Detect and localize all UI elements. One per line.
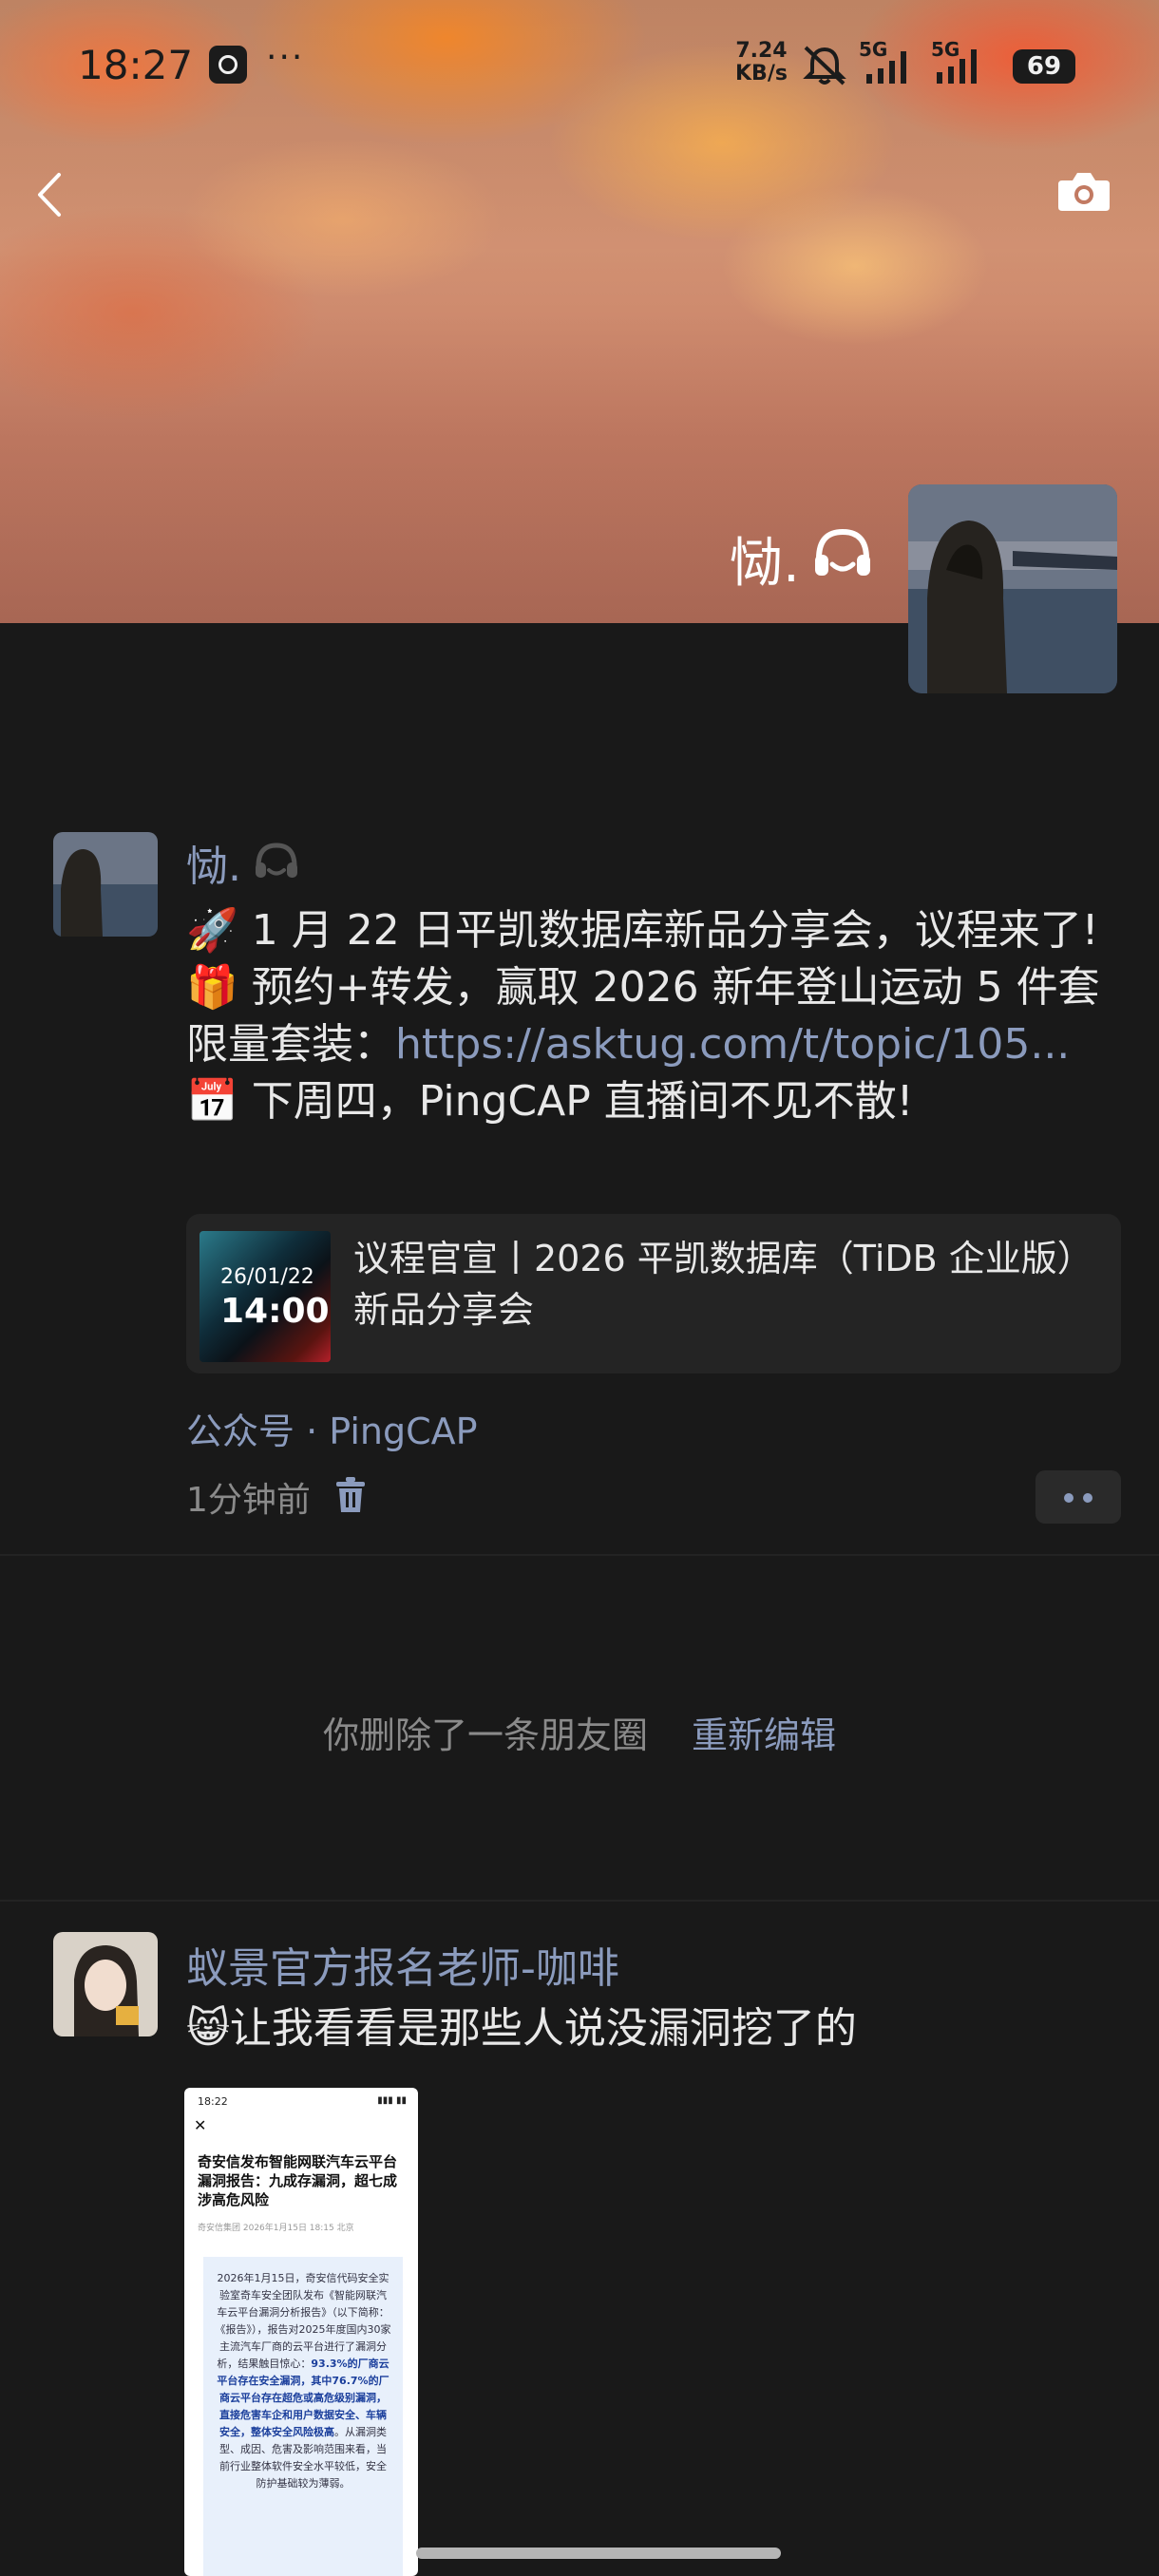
profile-avatar[interactable] <box>908 484 1117 693</box>
back-button[interactable] <box>34 171 63 222</box>
post2-image[interactable]: 18:22 ▮▮▮ ▮▮ ✕ 奇安信发布智能网联汽车云平台漏洞报告：九成存漏洞，… <box>184 2088 418 2576</box>
divider <box>0 1554 1159 1556</box>
post2-author-name[interactable]: 蚁景官方报名老师-咖啡 <box>186 1934 619 1995</box>
post-line-1-text: 1 月 22 日平凯数据库新品分享会，议程来了! <box>251 906 1099 955</box>
headset-icon <box>811 524 874 587</box>
net-speed-unit: KB/s <box>735 62 788 85</box>
net-speed-value: 7.24 <box>735 39 788 63</box>
gift-icon: 🎁 <box>186 963 238 1012</box>
article-title: 议程官宣丨2026 平凯数据库（TiDB 企业版）新品分享会 <box>353 1238 1093 1331</box>
trash-icon[interactable] <box>334 1476 367 1518</box>
post-time: 1分钟前 <box>186 1481 311 1520</box>
camera-icon[interactable] <box>1056 169 1112 217</box>
calendar-icon: 📅 <box>186 1077 238 1126</box>
screenshot-time: 18:22 <box>198 2095 228 2108</box>
post-body: 🚀 1 月 22 日平凯数据库新品分享会，议程来了! 🎁 预约+转发，赢取 20… <box>186 902 1112 1130</box>
re-edit-link[interactable]: 重新编辑 <box>692 1706 836 1758</box>
cover-user-name[interactable]: 恸. <box>730 521 800 597</box>
post2-body: 😸让我看看是那些人说没漏洞挖了的 <box>186 2000 1112 2057</box>
more-actions-button[interactable] <box>1036 1470 1121 1524</box>
screenshot-status-icons: ▮▮▮ ▮▮ <box>377 2095 407 2106</box>
post-line-1: 🚀 1 月 22 日平凯数据库新品分享会，议程来了! <box>186 902 1112 959</box>
post-link[interactable]: https://asktug.com/t/topic/105... <box>395 1020 1070 1069</box>
article-source[interactable]: 公众号 · PingCAP <box>186 1402 478 1454</box>
screenshot-body: 2026年1月15日，奇安信代码安全实验室奇车安全团队发布《智能网联汽车云平台漏… <box>203 2257 403 2576</box>
screenshot-meta: 奇安信集团 2026年1月15日 18:15 北京 <box>198 2224 354 2233</box>
article-time: 14:00 <box>220 1292 330 1331</box>
post-author-name[interactable]: 恸. <box>186 832 241 893</box>
screenshot-close-icon: ✕ <box>194 2116 207 2134</box>
post2-author-avatar[interactable] <box>53 1932 158 2036</box>
clock-app-icon <box>209 46 247 84</box>
mute-bell-icon <box>800 44 849 89</box>
screenshot-body-plain: 2026年1月15日，奇安信代码安全实验室奇车安全团队发布《智能网联汽车云平台漏… <box>215 2272 391 2370</box>
divider-2 <box>0 1900 1159 1902</box>
post2-text: 让我看看是那些人说没漏洞挖了的 <box>229 2004 857 2053</box>
article-date: 26/01/22 <box>220 1265 314 1289</box>
home-indicator[interactable] <box>416 2548 781 2559</box>
article-thumbnail: 26/01/22 14:00 <box>200 1231 331 1362</box>
deleted-notice: 你删除了一条朋友圈 <box>323 1714 649 1756</box>
net-speed: 7.24 KB/s <box>735 40 788 85</box>
status-time: 18:27 <box>78 42 194 88</box>
post-line-3: 📅 下周四，PingCAP 直播间不见不散! <box>186 1073 1112 1130</box>
post-author-avatar[interactable] <box>53 832 158 937</box>
post-line-2: 🎁 预约+转发，赢取 2026 新年登山运动 5 件套限量套装：https://… <box>186 959 1112 1073</box>
article-card[interactable]: 26/01/22 14:00 议程官宣丨2026 平凯数据库（TiDB 企业版）… <box>186 1214 1121 1373</box>
rocket-icon: 🚀 <box>186 906 238 955</box>
cat-emoji-icon: 😸 <box>186 2004 230 2053</box>
more-notifications-icon: ··· <box>266 38 305 77</box>
headset-icon-small <box>253 840 300 887</box>
screenshot-title: 奇安信发布智能网联汽车云平台漏洞报告：九成存漏洞，超七成涉高危风险 <box>198 2153 398 2208</box>
battery-indicator: 69 <box>1013 49 1075 84</box>
post-line-3-text: 下周四，PingCAP 直播间不见不散! <box>251 1077 914 1126</box>
